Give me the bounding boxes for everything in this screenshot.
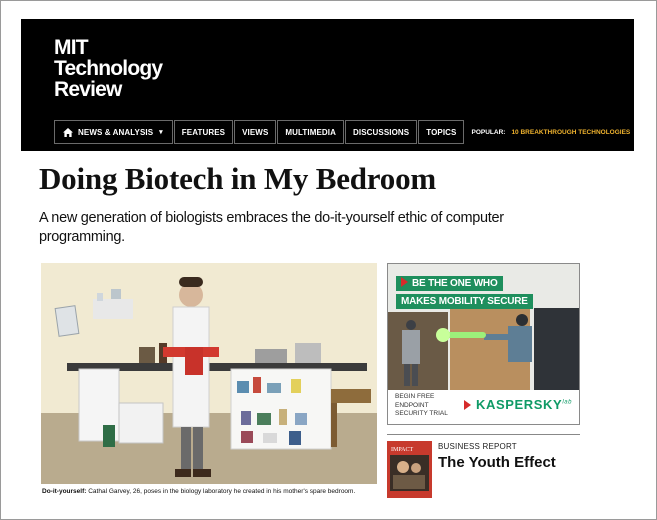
site-logo[interactable]: MIT Technology Review xyxy=(54,36,163,101)
caption-lead: Do-it-yourself: xyxy=(42,488,87,495)
article-dek: A new generation of biologists embraces … xyxy=(39,210,504,245)
ad-cta[interactable]: BEGIN FREE ENDPOINT SECURITY TRIAL xyxy=(395,393,448,419)
report-cover-label: IMPACT xyxy=(391,447,413,453)
ad-headline-line1: BE THE ONE WHO xyxy=(396,276,503,291)
nav-features[interactable]: FEATURES xyxy=(173,120,234,144)
kaspersky-ad[interactable]: BE THE ONE WHO MAKES MOBILITY SECURE BEG… xyxy=(387,263,580,425)
main-nav: NEWS & ANALYSIS ▾ FEATURES VIEWS MULTIME… xyxy=(54,120,630,144)
logo-line-technology: Technology xyxy=(54,57,163,80)
nav-views[interactable]: VIEWS xyxy=(234,120,277,144)
chevron-down-icon: ▾ xyxy=(159,129,163,136)
nav-topics[interactable]: TOPICS xyxy=(418,120,465,144)
report-cover-thumbnail[interactable]: IMPACT xyxy=(387,441,432,498)
report-divider xyxy=(387,434,580,435)
nav-multimedia[interactable]: MULTIMEDIA xyxy=(277,120,344,144)
nav-news-analysis-dropdown[interactable]: NEWS & ANALYSIS ▾ xyxy=(54,120,173,144)
ad-footer: BEGIN FREE ENDPOINT SECURITY TRIAL KASPE… xyxy=(388,390,579,424)
popular-bar: POPULAR: 10 BREAKTHROUGH TECHNOLOGIES xyxy=(471,120,630,144)
play-arrow-icon xyxy=(401,277,408,287)
logo-line-mit: MIT xyxy=(54,36,89,59)
report-cover-art: IMPACT xyxy=(387,441,432,498)
masthead: MIT Technology Review NEWS & ANALYSIS ▾ … xyxy=(21,19,634,151)
kaspersky-lab-text: lab xyxy=(562,399,573,406)
report-title-link[interactable]: The Youth Effect xyxy=(438,453,578,472)
report-kicker: BUSINESS REPORT xyxy=(438,442,517,451)
lab-photo-illustration xyxy=(41,263,377,484)
ad-headline-line2: MAKES MOBILITY SECURE xyxy=(396,294,533,309)
popular-label: POPULAR: xyxy=(471,128,506,136)
logo-line-review: Review xyxy=(54,78,122,101)
kaspersky-logo-text: KASPERSKY xyxy=(476,397,563,412)
article-headline: Doing Biotech in My Bedroom xyxy=(39,161,437,196)
ad-line1-text: BE THE ONE WHO xyxy=(412,278,498,289)
popular-link-breakthrough[interactable]: 10 BREAKTHROUGH TECHNOLOGIES xyxy=(511,129,630,136)
article-photo xyxy=(41,263,377,484)
nav-news-analysis-label: NEWS & ANALYSIS xyxy=(78,127,154,137)
photo-caption: Do-it-yourself: Cathal Garvey, 26, poses… xyxy=(42,488,355,495)
page-frame: MIT Technology Review NEWS & ANALYSIS ▾ … xyxy=(0,0,657,520)
arrow-right-icon xyxy=(464,400,471,410)
ad-cta-line2: ENDPOINT xyxy=(395,401,429,409)
home-icon xyxy=(63,127,73,137)
ad-cta-line1: BEGIN FREE xyxy=(395,393,435,400)
nav-discussions[interactable]: DISCUSSIONS xyxy=(345,120,418,144)
kaspersky-logo: KASPERSKYlab xyxy=(476,397,572,412)
ad-cta-line3: SECURITY TRIAL xyxy=(395,410,448,417)
caption-text: Cathal Garvey, 26, poses in the biology … xyxy=(86,488,356,495)
